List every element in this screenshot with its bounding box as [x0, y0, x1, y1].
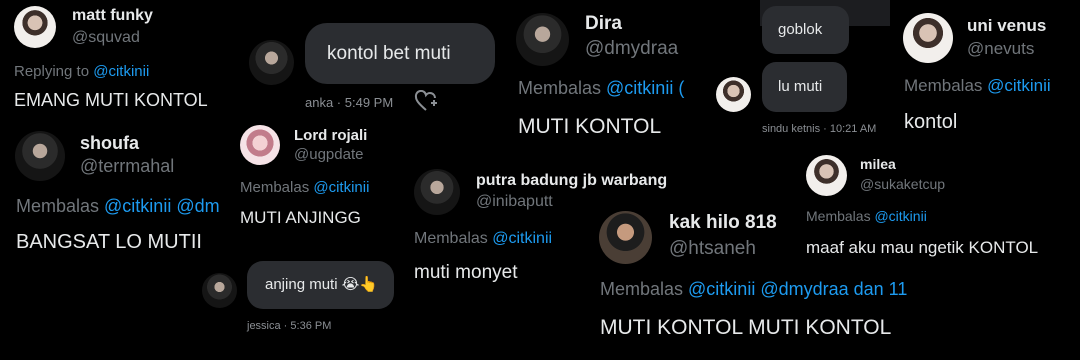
display-name[interactable]: milea [860, 156, 896, 172]
reply-prefix: Membalas [414, 230, 493, 247]
message-bubble[interactable]: lu muti [762, 62, 847, 112]
message-bubble[interactable]: anjing muti 😭👆 [247, 261, 394, 309]
username[interactable]: @squvad [72, 29, 140, 47]
reply-prefix: Membalas [518, 78, 607, 98]
reply-context: Membalas @citkinii ( [518, 78, 684, 99]
display-name[interactable]: Lord rojali [294, 127, 367, 144]
reply-prefix: Membalas [600, 279, 689, 299]
avatar[interactable] [14, 6, 56, 48]
username[interactable]: @sukaketcup [860, 176, 945, 192]
avatar[interactable] [249, 40, 294, 85]
username[interactable]: @nevuts [967, 39, 1034, 59]
username[interactable]: @htsaneh [669, 238, 756, 260]
username[interactable]: @dmydraa [585, 38, 678, 60]
avatar[interactable] [806, 155, 847, 196]
username[interactable]: @inibaputt [476, 193, 553, 211]
tweet-text: EMANG MUTI KONTOL [14, 90, 208, 110]
reply-context: Membalas @citkinii [904, 76, 1051, 96]
display-name[interactable]: Dira [585, 13, 622, 35]
reply-context: Membalas @citkinii [414, 230, 552, 248]
message-bubble[interactable]: goblok [762, 6, 849, 54]
reply-context: Membalas @citkinii @dmydraa dan 11 [600, 279, 907, 300]
avatar[interactable] [516, 13, 569, 66]
avatar[interactable] [903, 13, 953, 63]
reply-context: Membalas @citkinii [806, 208, 927, 224]
avatar[interactable] [716, 77, 751, 112]
message-bubble[interactable]: kontol bet muti [305, 23, 495, 84]
message-meta: sindu ketnis · 10:21 AM [762, 123, 877, 135]
tweet-text: BANGSAT LO MUTII [16, 231, 202, 253]
reply-prefix: Replying to [14, 63, 94, 80]
mention-link[interactable]: @citkinii [492, 230, 552, 247]
display-name[interactable]: matt funky [72, 7, 153, 25]
tweet-text: muti monyet [414, 262, 518, 283]
avatar[interactable] [599, 211, 652, 264]
reply-prefix: Membalas [16, 196, 105, 216]
mention-link[interactable]: @citkinii @dm [104, 196, 220, 216]
reply-prefix: Membalas [240, 179, 314, 196]
mention-link[interactable]: @citkinii [313, 179, 369, 196]
mention-link[interactable]: @citkinii @dmydraa dan 11 [688, 279, 907, 299]
reply-prefix: Membalas [806, 208, 875, 224]
reply-prefix: Membalas [904, 76, 988, 95]
avatar[interactable] [414, 169, 460, 215]
avatar[interactable] [202, 273, 237, 308]
heart-plus-icon[interactable] [414, 89, 438, 112]
display-name[interactable]: uni venus [967, 16, 1046, 36]
tweet-text: maaf aku mau ngetik KONTOL [806, 238, 1039, 257]
avatar[interactable] [240, 125, 280, 165]
username[interactable]: @terrmahal [80, 156, 174, 177]
reply-context: Replying to @citkinii [14, 63, 149, 80]
username[interactable]: @ugpdate [294, 146, 363, 163]
display-name[interactable]: kak hilo 818 [669, 212, 777, 234]
mention-link[interactable]: @citkinii ( [606, 78, 684, 98]
message-meta: anka · 5:49 PM [305, 95, 394, 110]
mention-link[interactable]: @citkinii [93, 63, 149, 80]
tweet-text: kontol [904, 111, 958, 133]
message-meta: jessica · 5:36 PM [247, 320, 332, 332]
display-name[interactable]: shoufa [80, 133, 139, 154]
avatar[interactable] [15, 131, 65, 181]
reply-context: Membalas @citkinii @dm [16, 196, 229, 217]
tweet-text: MUTI ANJINGG [240, 208, 361, 227]
tweet-text: MUTI KONTOL MUTI KONTOL [600, 316, 892, 339]
display-name[interactable]: putra badung jb warbang [476, 172, 667, 190]
mention-link[interactable]: @citkinii [874, 208, 926, 224]
reply-context: Membalas @citkinii [240, 179, 369, 196]
mention-link[interactable]: @citkinii [987, 76, 1051, 95]
tweet-text: MUTI KONTOL [518, 115, 662, 138]
